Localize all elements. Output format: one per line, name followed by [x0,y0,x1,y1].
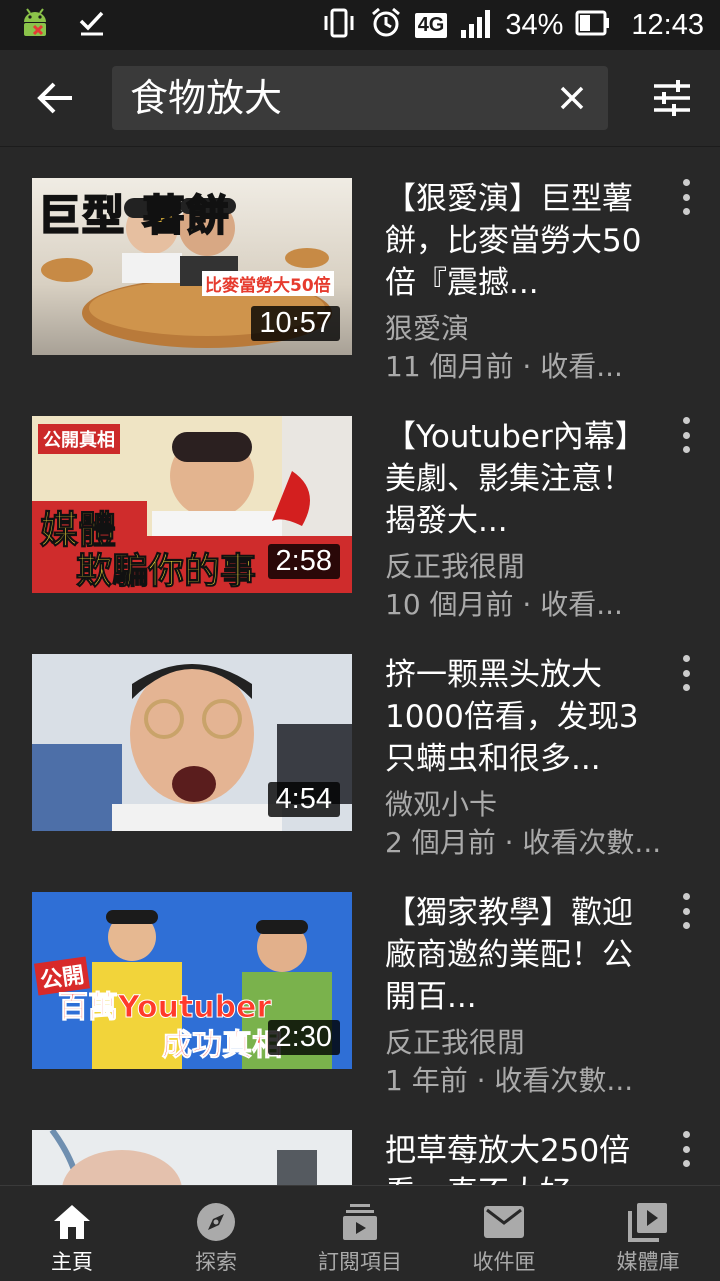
thumbnail-title-text: 巨型 薯餅 [37,190,231,241]
alarm-icon [369,6,403,44]
more-vert-icon [682,417,690,424]
video-thumbnail[interactable]: 巨型 薯餅 比麥當勞大50倍 10:57 [32,178,352,355]
channel-name[interactable]: 微观小卡 [385,783,675,823]
subscriptions-icon [338,1200,382,1244]
video-duration: 2:30 [267,1020,340,1055]
nav-inbox[interactable]: 收件匣 [432,1186,576,1281]
close-icon [560,86,584,110]
video-thumbnail[interactable] [32,1130,352,1185]
nav-subscriptions-label: 訂閱項目 [318,1250,402,1274]
search-input[interactable]: 食物放大 [112,66,608,130]
video-title[interactable]: 挤一颗黑头放大1000倍看，发现3只螨虫和很多... [385,654,650,780]
more-vert-icon-dot [682,431,690,439]
video-meta: 11 個月前 · 收看... [385,350,623,383]
compass-icon [194,1200,238,1244]
video-result[interactable]: 4:54 挤一颗黑头放大1000倍看，发现3只螨虫和很多... 微观小卡 2 個… [0,623,720,861]
more-vert-icon-dot [682,1160,690,1167]
more-options-button[interactable] [672,179,700,215]
video-duration: 4:54 [267,782,340,817]
android-debug-icon [18,6,52,44]
checkmark-icon [78,9,106,41]
thumbnail-subtitle-text: 比麥當勞大50倍 [202,271,334,296]
more-vert-icon [682,179,690,186]
thumbnail-tag-text: 公開真相 [38,424,120,454]
video-meta: 2 個月前 · 收看次數... [385,826,662,859]
more-vert-icon-dot [682,446,690,453]
vibrate-icon [321,6,357,44]
video-result[interactable]: 公開真相 媒體 欺騙你的事 2:58 【Youtuber內幕】美劇、影集注意！揭… [0,385,720,623]
video-thumbnail[interactable]: 4:54 [32,654,352,831]
nav-subscriptions[interactable]: 訂閱項目 [288,1186,432,1281]
library-icon [626,1200,670,1244]
more-options-button[interactable] [672,655,700,691]
search-results-list: 巨型 薯餅 比麥當勞大50倍 10:57 【狠愛演】巨型薯餅，比麥當勞大50倍『… [0,147,720,1185]
nav-library-label: 媒體庫 [616,1250,680,1274]
more-vert-icon [682,1131,690,1138]
video-title[interactable]: 【Youtuber內幕】美劇、影集注意！揭發大... [385,416,650,542]
nav-library[interactable]: 媒體庫 [576,1186,720,1281]
network-type-label: 4G [414,12,448,38]
nav-inbox-label: 收件匣 [472,1250,536,1274]
bottom-navigation: 主頁 探索 訂閱項目 收件匣 媒體庫 [0,1185,720,1281]
video-duration: 2:58 [267,544,340,579]
video-title[interactable]: 把草莓放大250倍看，真不太好... [385,1130,650,1185]
video-meta: 10 個月前 · 收看... [385,588,623,621]
video-duration: 10:57 [251,306,340,341]
search-app-bar: 食物放大 [0,50,720,147]
more-vert-icon [682,655,690,662]
more-options-button[interactable] [672,1131,700,1167]
channel-name[interactable]: 反正我很閒 [385,545,675,585]
nav-home[interactable]: 主頁 [0,1186,144,1281]
channel-name[interactable]: 反正我很閒 [385,1021,675,1061]
filter-button[interactable] [648,74,696,122]
nav-home-label: 主頁 [51,1250,93,1274]
more-vert-icon-dot [682,193,690,201]
video-result[interactable]: 公開 百萬Youtuber 成功真相 2:30 【獨家教學】歡迎廠商邀約業配！公… [0,861,720,1099]
video-result[interactable]: 把草莓放大250倍看，真不太好... [0,1099,720,1185]
more-vert-icon-dot [682,684,690,691]
more-vert-icon-dot [682,922,690,929]
video-title[interactable]: 【獨家教學】歡迎廠商邀約業配！公開百... [385,892,650,1018]
nav-explore[interactable]: 探索 [144,1186,288,1281]
video-thumbnail[interactable]: 公開 百萬Youtuber 成功真相 2:30 [32,892,352,1069]
signal-icon [459,8,493,42]
thumbnail-subtitle-text: 成功真相 [162,1028,283,1064]
video-thumbnail[interactable]: 公開真相 媒體 欺騙你的事 2:58 [32,416,352,593]
more-vert-icon-dot [682,669,690,677]
video-meta: 1 年前 · 收看次數... [385,1064,634,1097]
more-vert-icon [682,893,690,900]
thumbnail-art [32,1130,352,1185]
video-result[interactable]: 巨型 薯餅 比麥當勞大50倍 10:57 【狠愛演】巨型薯餅，比麥當勞大50倍『… [0,147,720,385]
channel-name[interactable]: 狠愛演 [385,307,675,347]
clear-search-button[interactable] [552,78,592,118]
battery-icon [575,9,611,41]
status-bar: 4G 34% 12:43 [0,0,720,50]
search-query[interactable]: 食物放大 [130,66,282,130]
home-icon [50,1200,94,1244]
inbox-icon [482,1200,526,1244]
battery-percent: 34% [505,8,564,41]
network-type-icon: 4G [414,12,448,38]
nav-explore-label: 探索 [195,1250,237,1274]
more-vert-icon-dot [682,1145,690,1153]
more-vert-icon-dot [682,907,690,915]
back-arrow-icon [37,82,72,114]
more-options-button[interactable] [672,893,700,929]
more-options-button[interactable] [672,417,700,453]
thumbnail-subtitle-text: 欺騙你的事 [75,551,257,593]
video-title[interactable]: 【狠愛演】巨型薯餅，比麥當勞大50倍『震撼... [385,178,650,304]
clock: 12:43 [631,8,704,41]
filter-sliders-icon [654,80,690,116]
back-button[interactable] [28,72,84,124]
more-vert-icon-dot [682,208,690,215]
